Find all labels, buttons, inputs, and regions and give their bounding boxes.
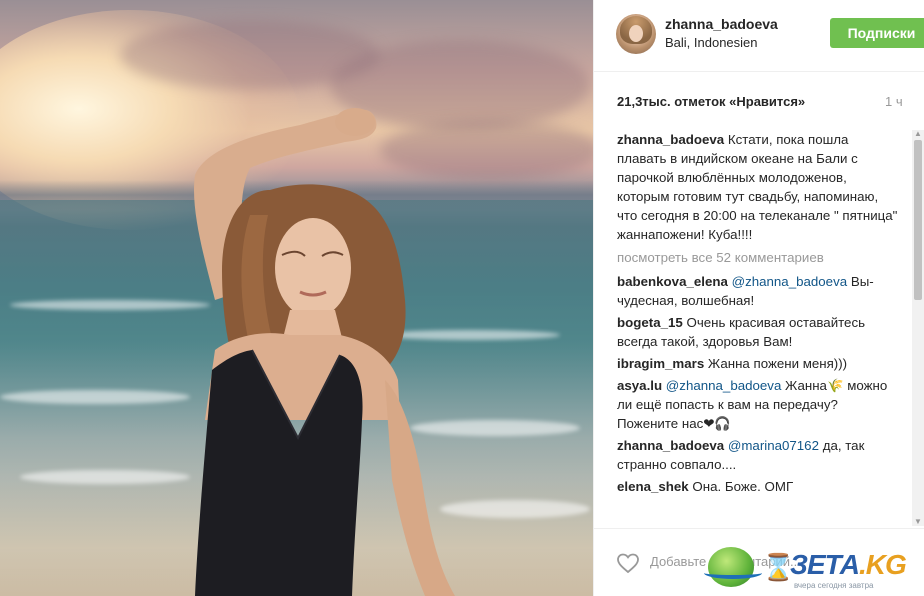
comment-item: zhanna_badoeva @marina07162 да, так стра… [617,436,899,474]
comment-text: Жанна пожени меня))) [707,356,848,371]
comment-author[interactable]: asya.lu [617,378,662,393]
watermark-brand-name: ЗЕТА [790,549,860,580]
watermark-brand: ЗЕТА.KG [790,549,907,581]
view-all-comments-link[interactable]: посмотреть все 52 комментариев [617,248,899,267]
comment-author[interactable]: elena_shek [617,479,689,494]
avatar-face [629,25,643,42]
post-caption: zhanna_badoeva Кстати, пока пошла плават… [617,130,899,244]
scrollbar-thumb[interactable] [914,140,922,300]
likes-count[interactable]: 21,3тыс. отметок «Нравится» [617,94,907,109]
comment-item: ibragim_mars Жанна пожени меня))) [617,354,899,373]
comment-author[interactable]: ibragim_mars [617,356,704,371]
avatar[interactable] [616,14,656,54]
comment-item: elena_shek Она. Боже. ОМГ [617,477,899,496]
follow-button[interactable]: Подписки [830,18,924,48]
post-footer: Добавьте комментарий... ⌛ ЗЕТА.KG вчера … [594,528,924,596]
comments-list[interactable]: zhanna_badoeva Кстати, пока пошла плават… [617,130,899,528]
heart-outline-icon[interactable] [616,551,640,575]
instagram-post-view: zhanna_badoeva Bali, Indonesien Подписки… [0,0,924,596]
comment-item: babenkova_elena @zhanna_badoeva Вы-чудес… [617,272,899,310]
comment-text: Она. Боже. ОМГ [692,479,794,494]
username-link[interactable]: zhanna_badoeva [665,16,778,32]
comment-item: asya.lu @zhanna_badoeva Жанна🌾 можно ли … [617,376,899,433]
comment-author[interactable]: bogeta_15 [617,315,683,330]
post-side-panel: zhanna_badoeva Bali, Indonesien Подписки… [593,0,924,596]
comment-author[interactable]: babenkova_elena [617,274,728,289]
post-photo[interactable] [0,0,593,596]
watermark-tagline: вчера сегодня завтра [794,581,874,590]
scroll-down-arrow-icon[interactable]: ▼ [914,518,922,526]
woman-in-swimsuit [194,108,455,596]
comment-mention[interactable]: @zhanna_badoeva [666,378,782,393]
scroll-up-arrow-icon[interactable]: ▲ [914,130,922,138]
comments-scrollbar[interactable]: ▲ ▼ [912,130,924,526]
location-link[interactable]: Bali, Indonesien [665,35,758,50]
post-header: zhanna_badoeva Bali, Indonesien Подписки [594,0,924,72]
caption-author[interactable]: zhanna_badoeva [617,132,724,147]
caption-text: Кстати, пока пошла плавать в индийском о… [617,132,898,242]
comment-mention[interactable]: @marina07162 [728,438,819,453]
swoosh-icon [704,567,762,579]
watermark-tld: .KG [858,549,907,580]
comment-author[interactable]: zhanna_badoeva [617,438,724,453]
hourglass-icon: ⌛ [762,552,795,582]
post-time[interactable]: 1 ч [885,94,903,109]
comment-item: bogeta_15 Очень красивая оставайтесь все… [617,313,899,351]
comment-mention[interactable]: @zhanna_badoeva [732,274,848,289]
zeta-kg-watermark: ⌛ ЗЕТА.KG вчера сегодня завтра [704,541,914,591]
